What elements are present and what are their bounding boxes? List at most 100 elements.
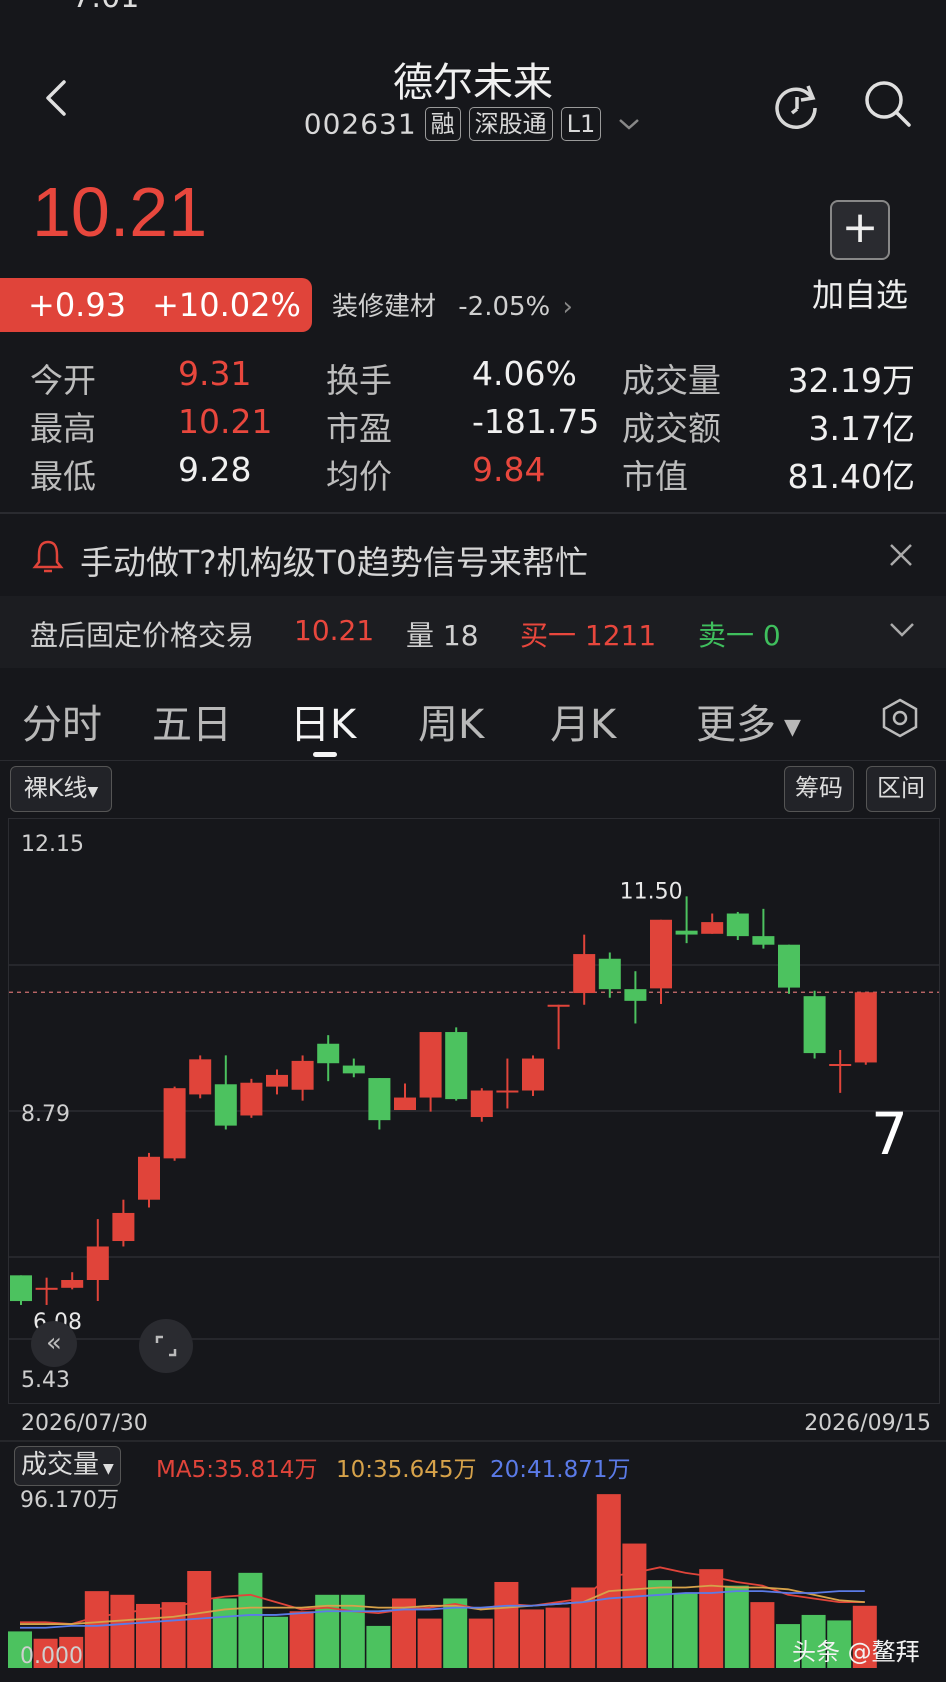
tab-weekly-k[interactable]: 周K — [418, 692, 484, 750]
double-chevron-left-icon: « — [46, 1328, 62, 1358]
tab-daily-k[interactable]: 日K — [290, 692, 356, 750]
sector-link[interactable]: 装修建材 -2.05% › — [332, 286, 573, 323]
candle-body — [675, 930, 698, 935]
caret-down-icon: ▼ — [87, 784, 99, 800]
volume-bar — [673, 1592, 698, 1668]
stat-value: 9.84 — [472, 450, 546, 489]
stock-code: 002631 — [303, 107, 417, 141]
sell-value: 0 — [762, 619, 781, 652]
active-tab-indicator — [313, 752, 337, 757]
kline-type-label: 裸K线 — [23, 774, 88, 802]
status-time: 7:01 — [72, 0, 139, 15]
buy-label: 买一 — [520, 619, 577, 652]
tab-five-day[interactable]: 五日 — [152, 692, 232, 750]
volume-bar — [724, 1585, 749, 1668]
candle-body — [829, 1064, 852, 1067]
volume-value: 18 — [442, 619, 479, 652]
volume-bar — [417, 1618, 442, 1668]
stat-value: 9.28 — [178, 450, 252, 489]
candle-body — [803, 996, 826, 1054]
stat-value: 4.06% — [472, 354, 577, 393]
stat-value: 10.21 — [178, 402, 273, 441]
stat-value: 32.19万 — [787, 361, 915, 400]
search-icon — [865, 81, 911, 127]
volume-bar — [161, 1602, 186, 1668]
refresh-button[interactable] — [772, 80, 822, 130]
volume-label: 量 — [406, 619, 435, 652]
y-tick-high: 12.15 — [21, 832, 84, 857]
stat-label: 均价 — [326, 457, 392, 496]
search-button[interactable] — [862, 78, 914, 130]
settings-icon[interactable] — [880, 698, 920, 738]
tab-more-label: 更多 — [696, 702, 776, 748]
chevron-right-icon: › — [562, 292, 573, 322]
chevron-down-icon[interactable] — [888, 620, 916, 640]
price-change: +0.93 — [28, 286, 127, 324]
volume-bar — [622, 1543, 647, 1668]
stat-value: -181.75 — [472, 402, 600, 441]
volume-bar — [596, 1494, 621, 1668]
stat-label: 成交量 — [622, 361, 721, 400]
add-watchlist-label[interactable]: 加自选 — [800, 270, 920, 316]
x-axis-start: 2026/07/30 — [21, 1411, 148, 1436]
chevron-down-icon[interactable] — [616, 114, 642, 134]
candle-body — [86, 1246, 109, 1281]
sell-label: 卖一 — [698, 619, 755, 652]
watermark: 头条 @鳌拜 — [792, 1638, 920, 1666]
volume-bar — [468, 1618, 493, 1668]
y-tick-mid: 8.79 — [21, 1102, 70, 1127]
buy-value: 1211 — [584, 619, 657, 652]
stat-value: 81.40亿 — [787, 457, 915, 496]
chips-button[interactable]: 筹码 — [784, 766, 854, 812]
stat-label: 市盈 — [326, 409, 392, 448]
after-hours-label: 盘后固定价格交易 — [30, 619, 255, 652]
volume-bar — [110, 1594, 135, 1668]
caret-down-icon: ▼ — [784, 714, 801, 740]
candle-body — [163, 1088, 186, 1159]
candle-body — [522, 1058, 544, 1091]
promo-text: 手动做T?机构级T0趋势信号来帮忙 — [80, 543, 588, 582]
kline-chart[interactable]: 12.15 8.79 5.43 11.50 6.08 7 « 2026/07/3… — [8, 818, 940, 1436]
expand-icon — [155, 1335, 177, 1357]
sector-name: 装修建材 — [332, 292, 437, 322]
volume-bar — [520, 1609, 544, 1668]
candle-body — [291, 1060, 314, 1090]
candle-body — [650, 919, 672, 989]
scroll-left-button[interactable]: « — [31, 1321, 77, 1367]
divider — [0, 512, 946, 514]
volume-min-label: 0.000 — [20, 1644, 83, 1669]
tab-intraday[interactable]: 分时 — [22, 692, 102, 750]
refresh-icon — [775, 85, 817, 129]
after-hours-row[interactable]: 盘后固定价格交易 10.21 量 18 买一 1211 卖一 0 — [0, 596, 946, 668]
candle-body — [778, 944, 800, 988]
candle-body — [752, 936, 775, 945]
candle-body — [726, 913, 749, 937]
candle-body — [854, 992, 877, 1063]
tag-level[interactable]: L1 — [560, 107, 602, 141]
tag-connect: 深股通 — [468, 107, 553, 141]
stat-value: 3.17亿 — [808, 409, 915, 448]
change-badge: +0.93 +10.02% — [0, 278, 312, 332]
stat-value: 9.31 — [178, 354, 252, 393]
sector-change: -2.05% — [458, 292, 551, 322]
promo-notice[interactable]: 手动做T?机构级T0趋势信号来帮忙 — [0, 520, 946, 592]
volume-bar — [264, 1616, 288, 1668]
candle-body — [445, 1032, 468, 1100]
kline-svg: 12.15 8.79 5.43 11.50 6.08 7 — [9, 832, 939, 1393]
tab-more[interactable]: 更多 ▼ — [696, 692, 801, 750]
candle-body — [419, 1032, 442, 1098]
candle-body — [266, 1074, 288, 1087]
tab-monthly-k[interactable]: 月K — [550, 692, 616, 750]
high-price-label: 11.50 — [620, 879, 683, 904]
kline-type-dropdown[interactable]: 裸K线▼ — [10, 766, 112, 812]
candle-body — [368, 1078, 391, 1121]
add-watchlist-button[interactable]: + — [830, 200, 890, 260]
candle-body — [35, 1287, 58, 1290]
fullscreen-button[interactable] — [139, 1319, 193, 1373]
candle-body — [61, 1280, 84, 1288]
range-button[interactable]: 区间 — [866, 766, 936, 812]
bell-icon — [32, 540, 64, 573]
candle-body — [624, 989, 647, 1001]
candle-body — [10, 1275, 32, 1302]
close-icon[interactable] — [888, 542, 914, 568]
